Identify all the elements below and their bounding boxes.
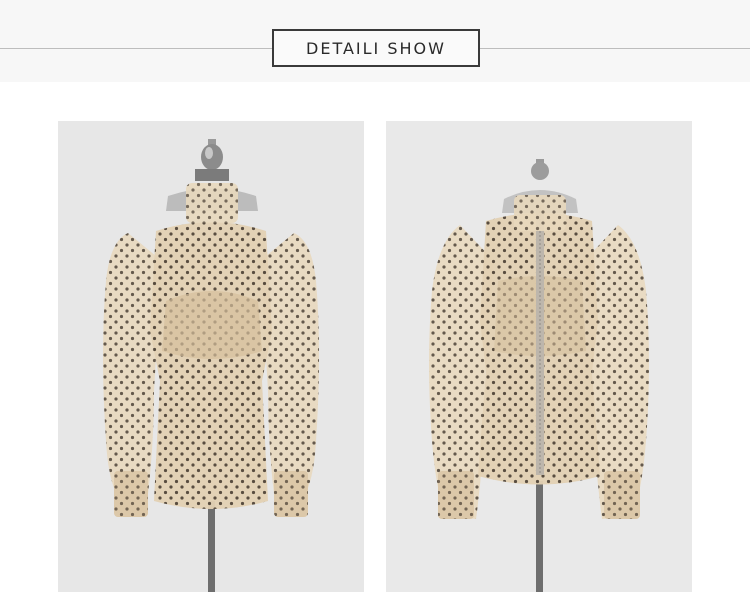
header-rule-right xyxy=(480,48,750,49)
blouse-back-illustration xyxy=(386,121,692,592)
blouse-front-illustration xyxy=(58,121,364,592)
title-box: DETAILI SHOW xyxy=(272,29,480,67)
header-rule-left xyxy=(0,48,272,49)
product-photo-front xyxy=(58,121,364,592)
product-photo-back xyxy=(386,121,692,592)
page-title: DETAILI SHOW xyxy=(306,38,446,58)
